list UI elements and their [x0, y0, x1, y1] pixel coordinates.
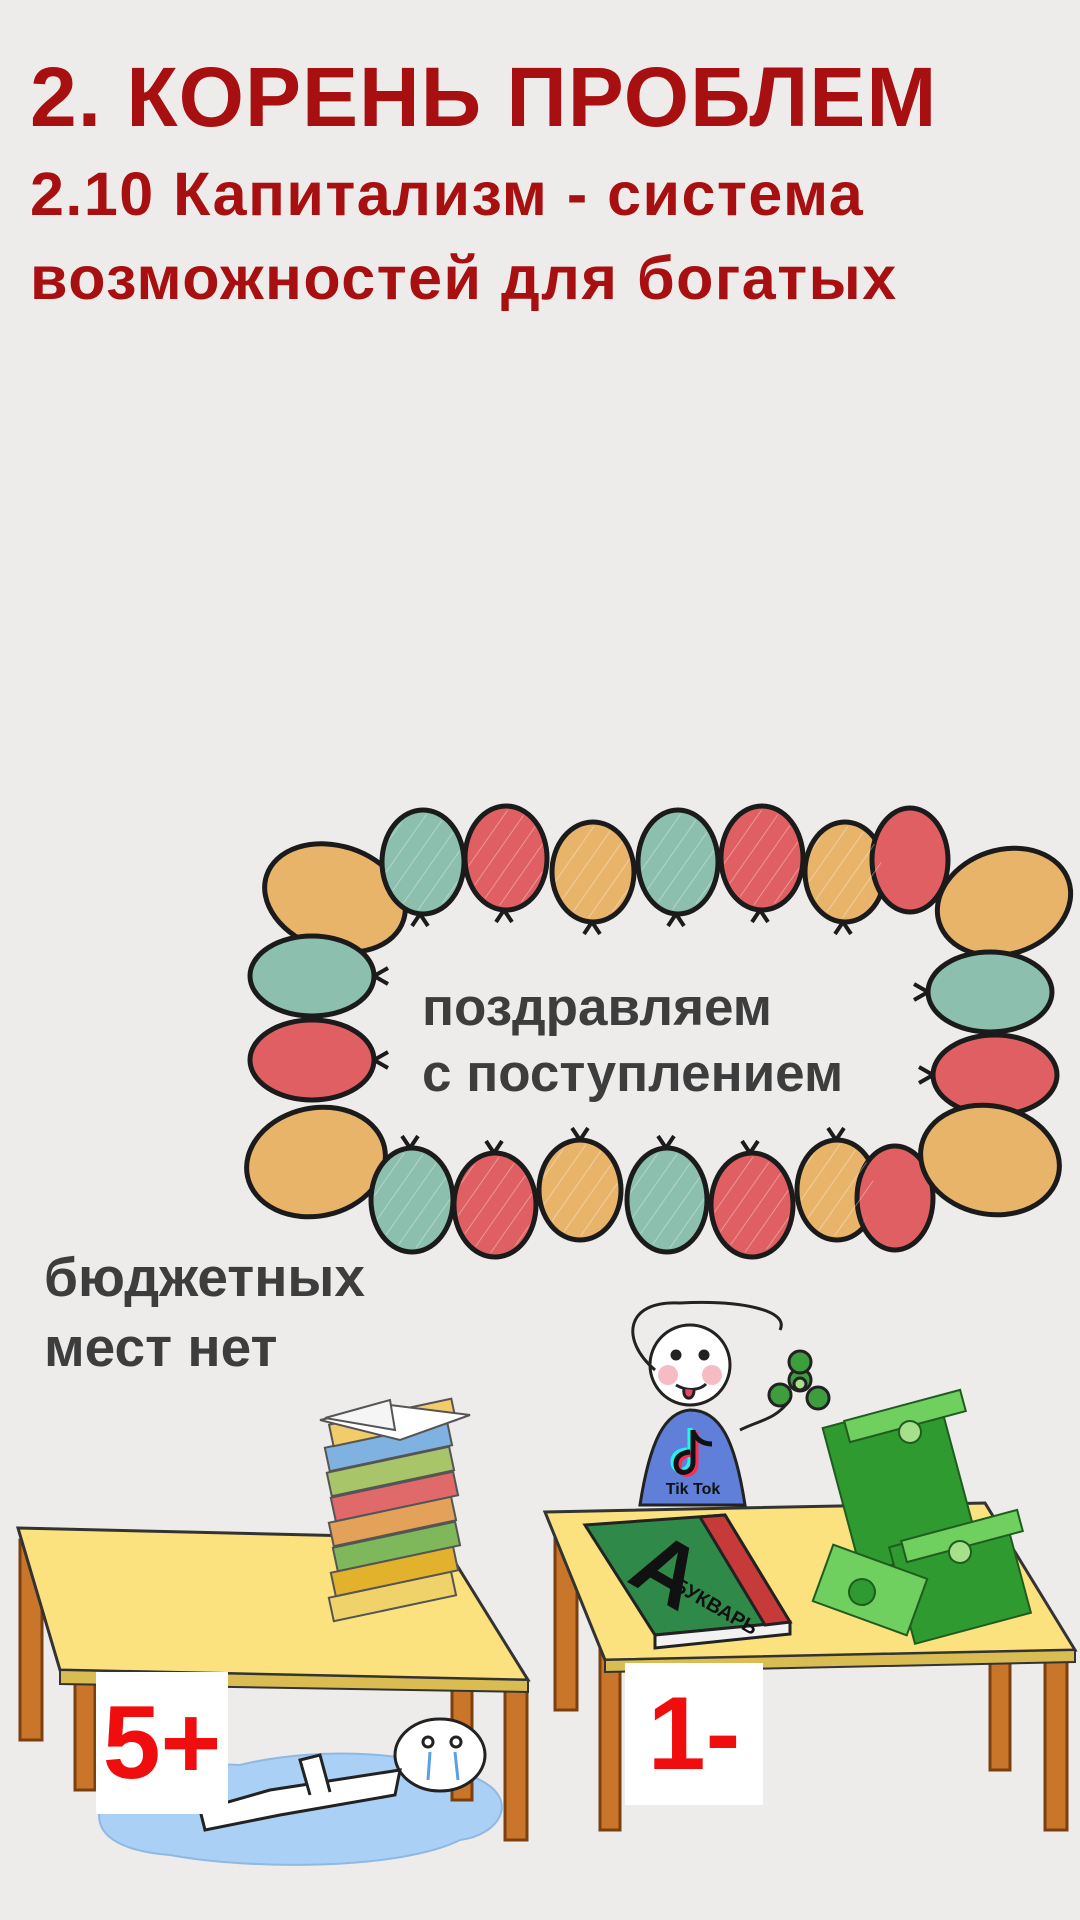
happy-child: Tik Tok	[631, 1301, 831, 1507]
congrats-line-2: с поступлением	[422, 1044, 844, 1103]
money-stack	[811, 1388, 1033, 1646]
balloon	[247, 933, 377, 1019]
congrats-line-1: поздравляем	[422, 978, 772, 1037]
grade-card-right: 1-	[625, 1663, 763, 1805]
no-budget-places-text: бюджетных мест нет	[44, 1242, 365, 1382]
balloon	[925, 949, 1055, 1035]
balloon	[930, 1032, 1060, 1118]
balloon	[247, 1017, 377, 1103]
book-stack	[319, 1397, 471, 1623]
grade-card-left: 5+	[96, 1672, 228, 1814]
fidget-spinner-icon	[767, 1349, 831, 1411]
no-places-line-2: мест нет	[44, 1316, 278, 1378]
no-places-line-1: бюджетных	[44, 1246, 365, 1308]
congrats-text: поздравляем с поступлением	[422, 975, 843, 1107]
illustration: Tik Tok А БУКВАРЬ	[15, 803, 1078, 1866]
balloon	[869, 805, 951, 915]
tiktok-label: Tik Tok	[666, 1481, 721, 1498]
